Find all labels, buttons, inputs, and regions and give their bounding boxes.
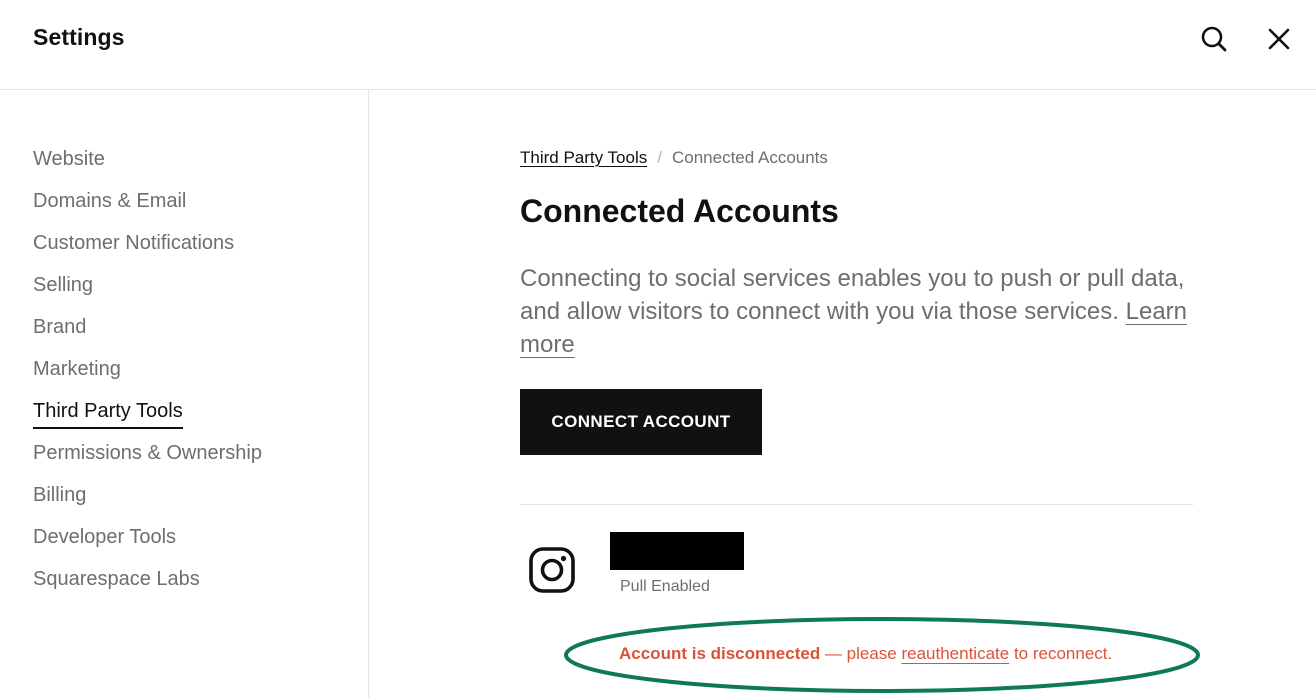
divider [520, 504, 1193, 505]
disconnected-warning: Account is disconnected — please reauthe… [619, 644, 1112, 664]
settings-content: Third Party Tools / Connected Accounts Con… [369, 90, 1316, 698]
redacted-account-name [610, 532, 744, 570]
sidebar-item-billing[interactable]: Billing [33, 484, 86, 507]
breadcrumb-separator: / [657, 148, 662, 167]
instagram-icon [529, 547, 575, 593]
sidebar-item-customer-notifications[interactable]: Customer Notifications [33, 232, 234, 255]
sidebar-item-brand[interactable]: Brand [33, 316, 86, 339]
reauthenticate-link[interactable]: reauthenticate [901, 644, 1009, 663]
search-icon [1201, 26, 1227, 52]
search-button[interactable] [1199, 24, 1229, 54]
sidebar-item-developer-tools[interactable]: Developer Tools [33, 526, 176, 549]
page-description: Connecting to social services enables yo… [520, 262, 1190, 361]
sidebar-item-permissions-ownership[interactable]: Permissions & Ownership [33, 442, 262, 465]
page-title: Connected Accounts [520, 193, 839, 229]
settings-sidebar: Website Domains & Email Customer Notific… [0, 90, 369, 698]
breadcrumb-parent-link[interactable]: Third Party Tools [520, 148, 647, 167]
sidebar-item-selling[interactable]: Selling [33, 274, 93, 297]
warning-text-end: to reconnect. [1009, 644, 1113, 663]
sidebar-item-squarespace-labs[interactable]: Squarespace Labs [33, 568, 200, 591]
warning-text: — please [820, 644, 902, 663]
close-icon [1268, 28, 1290, 50]
page-header-title: Settings [33, 24, 125, 50]
connected-account-row[interactable]: Pull Enabled [520, 530, 1193, 698]
sidebar-item-domains-email[interactable]: Domains & Email [33, 190, 186, 213]
sidebar-item-third-party-tools[interactable]: Third Party Tools [33, 400, 183, 429]
account-status: Pull Enabled [620, 578, 710, 595]
description-text: Connecting to social services enables yo… [520, 265, 1185, 325]
sidebar-item-marketing[interactable]: Marketing [33, 358, 121, 381]
breadcrumb: Third Party Tools / Connected Accounts [520, 148, 828, 168]
breadcrumb-current: Connected Accounts [671, 148, 828, 167]
close-button[interactable] [1264, 24, 1294, 54]
settings-header: Settings [0, 0, 1316, 90]
connect-account-button[interactable]: CONNECT ACCOUNT [520, 389, 762, 455]
sidebar-item-website[interactable]: Website [33, 148, 105, 171]
warning-title: Account is disconnected [619, 644, 821, 663]
